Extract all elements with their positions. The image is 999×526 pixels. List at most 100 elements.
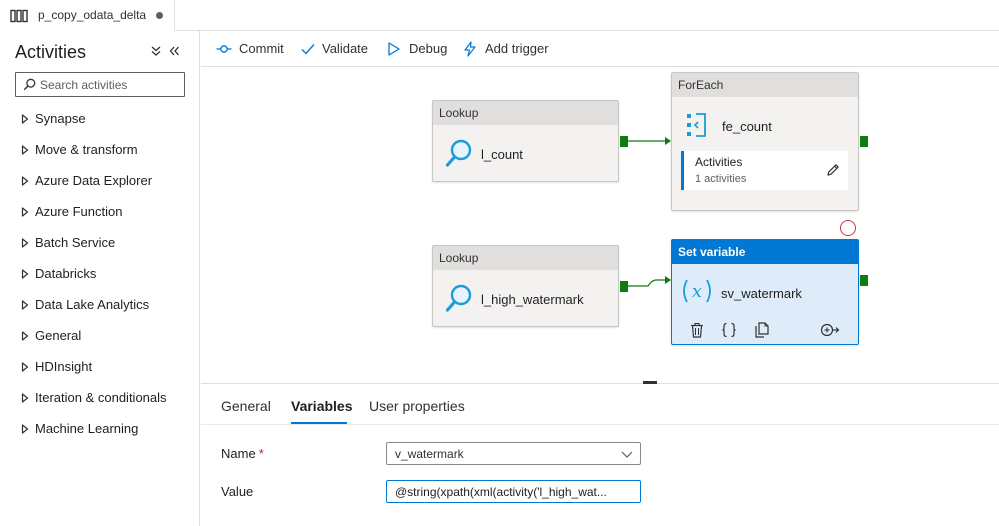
activity-type: ForEach	[678, 78, 724, 92]
tabs-divider	[201, 424, 999, 425]
category-item[interactable]: Batch Service	[0, 232, 199, 263]
hide-panel-icon[interactable]	[168, 45, 180, 57]
debug-label: Debug	[409, 41, 448, 56]
checkmark-icon	[301, 44, 315, 55]
category-item[interactable]: Azure Function	[0, 201, 199, 232]
category-item[interactable]: Databricks	[0, 263, 199, 294]
success-connector	[628, 279, 665, 287]
category-item[interactable]: General	[0, 325, 199, 356]
tab-user-properties[interactable]: User properties	[369, 398, 465, 426]
category-label: Synapse	[35, 111, 86, 126]
category-label: HDInsight	[35, 359, 93, 374]
success-port[interactable]	[620, 136, 628, 147]
category-label: Iteration & conditionals	[35, 390, 167, 405]
category-label: Move & transform	[35, 142, 138, 157]
caret-right-icon	[21, 145, 29, 155]
activity-type: Set variable	[678, 245, 746, 259]
activity-foreach-fe-count[interactable]: ForEach fe_count Activities 1 activities	[671, 72, 859, 211]
error-icon[interactable]	[840, 220, 856, 236]
commit-icon	[216, 45, 232, 53]
success-port[interactable]	[860, 136, 868, 147]
activity-header: Lookup	[433, 246, 618, 270]
search-icon	[445, 284, 472, 312]
tab-title: p_copy_odata_delta	[38, 8, 147, 22]
activity-lookup-l-high-watermark[interactable]: Lookup l_high_watermark	[432, 245, 619, 327]
category-item[interactable]: Iteration & conditionals	[0, 387, 199, 418]
variable-icon: x	[683, 279, 711, 303]
activity-name: fe_count	[722, 119, 772, 134]
success-port[interactable]	[620, 281, 628, 292]
caret-right-icon	[21, 300, 29, 310]
tab-bar: p_copy_odata_delta	[0, 0, 999, 31]
activity-set-variable-sv-watermark[interactable]: Set variable x sv_watermark	[671, 239, 859, 345]
pipeline-icon	[10, 9, 28, 23]
category-item[interactable]: Machine Learning	[0, 418, 199, 449]
category-label: Data Lake Analytics	[35, 297, 150, 312]
category-item[interactable]: HDInsight	[0, 356, 199, 387]
unsaved-indicator	[156, 12, 163, 19]
code-icon[interactable]	[721, 322, 737, 338]
debug-button[interactable]: Debug	[386, 31, 448, 66]
pipeline-canvas[interactable]: Lookup l_count ForEach fe_count Activiti…	[201, 67, 999, 383]
delete-icon[interactable]	[689, 322, 705, 338]
activity-name: sv_watermark	[721, 286, 802, 301]
add-trigger-button[interactable]: Add trigger	[462, 31, 554, 66]
value-input[interactable]	[386, 480, 641, 503]
category-label: Azure Data Explorer	[35, 173, 153, 188]
category-label: Machine Learning	[35, 421, 139, 436]
category-item[interactable]: Data Lake Analytics	[0, 294, 199, 325]
caret-right-icon	[21, 362, 29, 372]
search-input[interactable]	[40, 75, 180, 94]
commit-label: Commit	[239, 41, 284, 56]
category-label: General	[35, 328, 82, 343]
svg-text:x: x	[692, 281, 702, 302]
required-marker: *	[258, 446, 264, 461]
pencil-icon[interactable]	[826, 163, 840, 177]
activity-type: Lookup	[439, 251, 479, 265]
activity-name: l_count	[481, 147, 523, 162]
category-item[interactable]: Azure Data Explorer	[0, 170, 199, 201]
category-item[interactable]: Move & transform	[0, 139, 199, 170]
caret-right-icon	[21, 207, 29, 217]
activity-header: Lookup	[433, 101, 618, 125]
collapse-all-icon[interactable]	[150, 45, 162, 57]
lightning-icon	[464, 41, 476, 57]
validate-label: Validate	[322, 41, 369, 56]
add-output-icon[interactable]	[820, 322, 840, 338]
search-icon	[23, 78, 36, 91]
search-icon	[445, 139, 472, 167]
play-icon	[388, 42, 400, 56]
activity-type: Lookup	[439, 106, 479, 120]
success-port[interactable]	[860, 275, 868, 286]
caret-right-icon	[21, 331, 29, 341]
category-label: Batch Service	[35, 235, 116, 250]
panel-title: Activities	[15, 42, 87, 62]
caret-right-icon	[21, 424, 29, 434]
inner-activities-title: Activities	[695, 155, 743, 169]
activity-header: ForEach	[672, 73, 858, 97]
caret-right-icon	[21, 114, 29, 124]
copy-icon[interactable]	[754, 322, 770, 338]
caret-right-icon	[21, 176, 29, 186]
inner-activities-count: 1 activities	[695, 173, 747, 185]
commit-button[interactable]: Commit	[216, 31, 286, 66]
variable-name-dropdown[interactable]: v_watermark	[386, 442, 641, 465]
activity-header: Set variable	[672, 240, 858, 264]
validate-button[interactable]: Validate	[300, 31, 370, 66]
activity-lookup-l-count[interactable]: Lookup l_count	[432, 100, 619, 182]
toolbar: Commit Validate Debug Add trigger	[201, 31, 999, 67]
search-box[interactable]	[15, 72, 185, 97]
inner-activities-card[interactable]: Activities 1 activities	[681, 151, 848, 190]
add-trigger-label: Add trigger	[485, 41, 549, 56]
caret-right-icon	[21, 393, 29, 403]
activities-panel: Activities Synapse Move & transform Azure …	[0, 31, 200, 526]
category-label: Databricks	[35, 266, 97, 281]
pipeline-tab[interactable]: p_copy_odata_delta	[0, 0, 175, 31]
tab-general[interactable]: General	[221, 398, 271, 426]
caret-right-icon	[21, 269, 29, 279]
properties-panel: General Variables User properties Name * …	[201, 384, 999, 526]
category-item[interactable]: Synapse	[0, 108, 199, 139]
chevron-down-icon	[621, 451, 633, 458]
dropdown-value: v_watermark	[395, 447, 464, 461]
foreach-icon	[687, 113, 706, 137]
